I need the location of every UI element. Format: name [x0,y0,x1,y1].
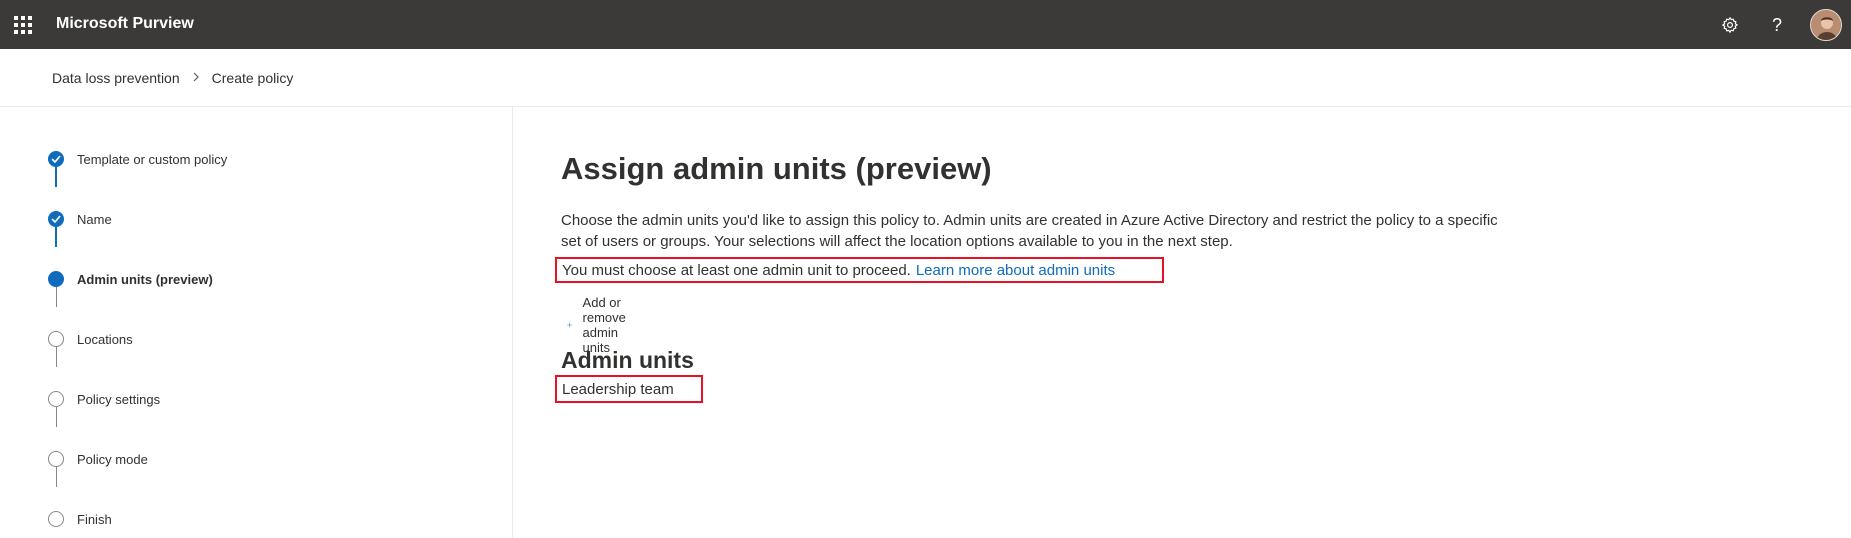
empty-circle-icon [48,451,64,467]
wizard-step-policy-settings[interactable]: Policy settings [48,391,160,407]
wizard-step-label: Policy settings [77,391,161,407]
breadcrumb-bar: Data loss prevention Create policy [0,49,1851,107]
admin-unit-requirement-notice: You must choose at least one admin unit … [555,257,1164,283]
wizard-step-admin-units[interactable]: Admin units (preview) [48,271,213,287]
app-launcher-icon[interactable] [14,16,32,34]
wizard-step-label: Template or custom policy [77,151,228,167]
checkmark-icon [48,211,64,227]
add-remove-admin-units-button[interactable]: Add or remove admin units [567,295,636,355]
wizard-step-label: Policy mode [77,451,148,467]
wizard-step-policy-mode[interactable]: Policy mode [48,451,148,467]
plus-icon [567,322,573,328]
breadcrumb: Data loss prevention Create policy [52,70,293,86]
wizard-step-finish[interactable]: Finish [48,511,112,527]
wizard-step-template[interactable]: Template or custom policy [48,151,227,167]
empty-circle-icon [48,391,64,407]
admin-unit-name: Leadership team [562,380,674,398]
page-title: Assign admin units (preview) [561,151,992,186]
empty-circle-icon [48,511,64,527]
learn-more-link[interactable]: Learn more about admin units [916,262,1115,279]
wizard-step-name[interactable]: Name [48,211,112,227]
admin-units-heading: Admin units [561,347,694,373]
add-button-label: Add or remove admin units [582,295,626,355]
help-icon[interactable]: ? [1765,13,1789,37]
selected-admin-unit: Leadership team [555,375,703,403]
wizard-step-label: Finish [77,511,112,527]
chevron-right-icon [192,71,200,85]
breadcrumb-item-dlp[interactable]: Data loss prevention [52,70,180,86]
settings-icon[interactable] [1718,13,1742,37]
wizard-step-label: Locations [77,331,133,347]
checkmark-icon [48,151,64,167]
requirement-text: You must choose at least one admin unit … [562,261,911,279]
wizard-steps-panel: Template or custom policy Name Admin uni… [0,107,513,538]
current-step-icon [48,271,64,287]
empty-circle-icon [48,331,64,347]
wizard-step-label: Name [77,211,112,227]
breadcrumb-item-create-policy: Create policy [211,70,294,86]
page-description: Choose the admin units you'd like to ass… [561,212,1498,250]
wizard-step-label: Admin units (preview) [77,271,213,287]
app-title[interactable]: Microsoft Purview [56,15,194,33]
wizard-step-locations[interactable]: Locations [48,331,133,347]
avatar[interactable] [1810,9,1842,41]
top-bar: Microsoft Purview ? [0,0,1851,49]
